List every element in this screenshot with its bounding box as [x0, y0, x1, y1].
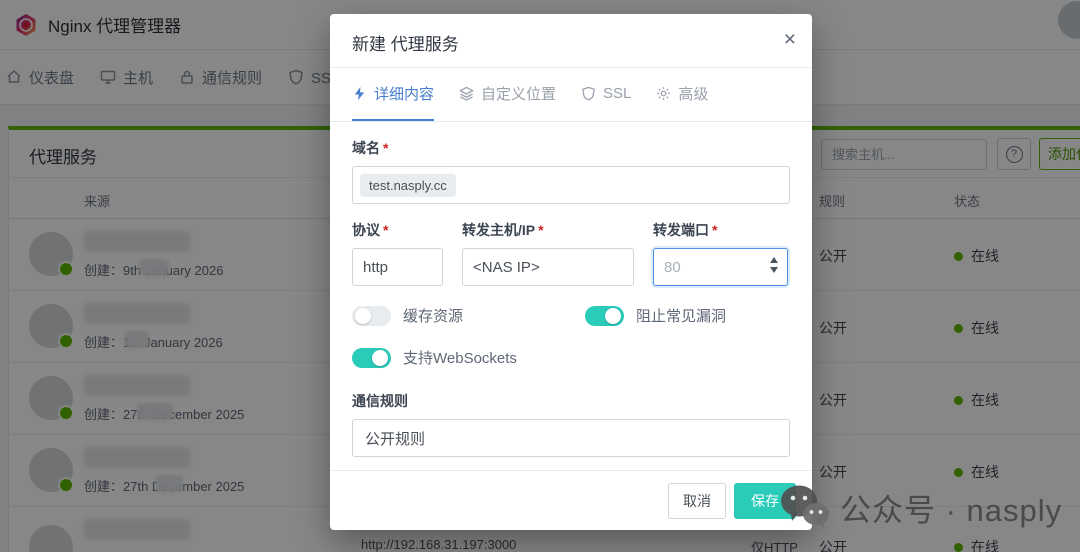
toggle-knob [355, 308, 371, 324]
protocol-field: 协议* [352, 220, 443, 286]
toggle-knob [605, 308, 621, 324]
domain-label: 域名* [352, 138, 790, 158]
layers-icon [459, 86, 474, 101]
access-list-label: 通信规则 [352, 391, 790, 411]
forward-host-label: 转发主机/IP* [462, 220, 634, 240]
cache-assets-toggle[interactable] [352, 306, 391, 326]
toggle-knob [372, 350, 388, 366]
block-exploits-toggle[interactable] [585, 306, 624, 326]
websockets-toggle[interactable] [352, 348, 391, 368]
number-stepper[interactable] [770, 257, 778, 273]
modal-tabs: 详细内容 自定义位置 SSL 高级 [330, 68, 812, 122]
gear-icon [656, 86, 671, 101]
modal-footer: 取消 保存 [330, 470, 812, 530]
required-asterisk: * [383, 140, 388, 156]
modal-header: 新建 代理服务 × [330, 14, 812, 68]
close-icon[interactable]: × [784, 25, 796, 54]
cache-assets-label: 缓存资源 [403, 305, 463, 326]
stepper-up-icon[interactable] [770, 257, 778, 263]
cache-assets-group: 缓存资源 [352, 305, 585, 326]
bolt-icon [352, 86, 367, 101]
tab-custom-locations[interactable]: 自定义位置 [459, 68, 556, 121]
watermark-text: 公众号 · nasply [840, 485, 1062, 530]
domain-names-input[interactable]: test.nasply.cc [352, 166, 790, 204]
shield-icon [581, 86, 596, 101]
tab-ssl[interactable]: SSL [581, 68, 631, 121]
forward-fields-row: 协议* 转发主机/IP* 转发端口* [352, 220, 790, 286]
tab-label: SSL [603, 85, 631, 102]
block-exploits-group: 阻止常见漏洞 [585, 305, 726, 326]
websockets-row: 支持WebSockets [352, 347, 790, 368]
modal-title: 新建 代理服务 [352, 35, 459, 54]
new-proxy-modal: 新建 代理服务 × 详细内容 自定义位置 SSL 高级 域名* test.nas… [330, 14, 812, 530]
tab-label: 高级 [678, 83, 708, 104]
required-asterisk: * [712, 222, 717, 238]
tab-label: 详细内容 [374, 83, 434, 104]
access-list-select[interactable]: 公开规则 [352, 419, 790, 457]
required-asterisk: * [383, 222, 388, 238]
watermark: 公众号 · nasply [779, 483, 1062, 531]
forward-port-field: 转发端口* [653, 220, 788, 286]
tab-details[interactable]: 详细内容 [352, 68, 434, 121]
required-asterisk: * [538, 222, 543, 238]
stepper-down-icon[interactable] [770, 267, 778, 273]
protocol-label: 协议* [352, 220, 443, 240]
websockets-label: 支持WebSockets [403, 347, 517, 368]
tab-label: 自定义位置 [481, 83, 556, 104]
access-list-value: 公开规则 [365, 428, 425, 449]
forward-host-field: 转发主机/IP* [462, 220, 634, 286]
protocol-input[interactable] [352, 248, 443, 286]
tab-advanced[interactable]: 高级 [656, 68, 708, 121]
forward-port-input[interactable] [653, 248, 788, 286]
block-exploits-label: 阻止常见漏洞 [636, 305, 726, 326]
forward-port-label: 转发端口* [653, 220, 788, 240]
modal-body: 域名* test.nasply.cc 协议* 转发主机/IP* 转发端口* [330, 122, 812, 473]
wechat-icon [779, 483, 831, 531]
forward-host-input[interactable] [462, 248, 634, 286]
websockets-group: 支持WebSockets [352, 347, 517, 368]
cancel-button[interactable]: 取消 [668, 483, 726, 519]
domain-chip[interactable]: test.nasply.cc [360, 174, 456, 197]
toggles-row: 缓存资源 阻止常见漏洞 [352, 305, 790, 326]
